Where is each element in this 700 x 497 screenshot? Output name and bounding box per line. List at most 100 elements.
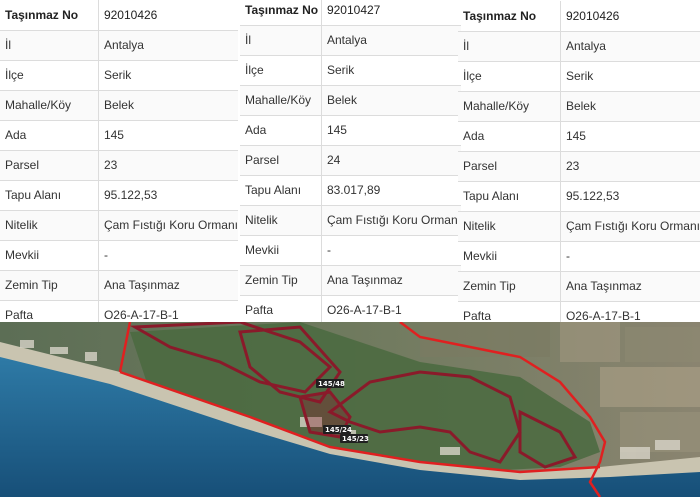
property-row: Tapu Alanı 95.122,53 bbox=[458, 181, 700, 212]
property-key: Tapu Alanı bbox=[458, 181, 561, 212]
property-value: O26-A-17-B-1 bbox=[321, 295, 461, 326]
property-key: Tapu Alanı bbox=[240, 175, 322, 206]
property-row: İlçe Serik bbox=[458, 61, 700, 92]
property-key: Mahalle/Köy bbox=[240, 85, 322, 116]
property-value: Çam Fıstığı Koru Ormanı bbox=[98, 210, 238, 241]
property-row: Parsel 23 bbox=[0, 150, 238, 181]
property-row: İlçe Serik bbox=[0, 60, 238, 91]
property-value: 92010426 bbox=[560, 1, 700, 32]
property-row: Zemin Tip Ana Taşınmaz bbox=[458, 271, 700, 302]
property-value: 95.122,53 bbox=[98, 180, 238, 211]
parcel-label-2-text: 145/24 bbox=[325, 426, 352, 434]
parcel-label-3-text: 145/23 bbox=[342, 435, 369, 443]
property-value: 83.017,89 bbox=[321, 175, 461, 206]
property-value: - bbox=[560, 241, 700, 272]
property-row: Ada 145 bbox=[458, 121, 700, 152]
property-row: Zemin Tip Ana Taşınmaz bbox=[240, 265, 461, 296]
property-key: Nitelik bbox=[458, 211, 561, 242]
property-value: Antalya bbox=[321, 25, 461, 56]
property-key: Parsel bbox=[458, 151, 561, 182]
map-canvas: 145/48 145/24 145/23 bbox=[0, 322, 700, 497]
property-key: Taşınmaz No bbox=[458, 1, 561, 32]
property-value: Ana Taşınmaz bbox=[98, 270, 238, 301]
property-info-panel: Taşınmaz No 92010426 İl Antalya İlçe Serik Mah… bbox=[0, 0, 700, 332]
property-key: Zemin Tip bbox=[240, 265, 322, 296]
property-value: 23 bbox=[560, 151, 700, 182]
property-key: İlçe bbox=[0, 60, 99, 91]
property-value: 95.122,53 bbox=[560, 181, 700, 212]
property-value: Serik bbox=[321, 55, 461, 86]
property-row: Mevkii - bbox=[458, 241, 700, 272]
property-row: Nitelik Çam Fıstığı Koru Ormanı bbox=[240, 205, 461, 236]
property-value: 145 bbox=[321, 115, 461, 146]
property-value: - bbox=[321, 235, 461, 266]
property-row: Mahalle/Köy Belek bbox=[0, 90, 238, 121]
property-key: Tapu Alanı bbox=[0, 180, 99, 211]
property-key: İl bbox=[458, 31, 561, 62]
property-key: Ada bbox=[0, 120, 99, 151]
property-key: Nitelik bbox=[0, 210, 99, 241]
property-value: Ana Taşınmaz bbox=[321, 265, 461, 296]
property-key: İl bbox=[240, 25, 322, 56]
property-value: Belek bbox=[560, 91, 700, 122]
property-row: Mahalle/Köy Belek bbox=[240, 85, 461, 116]
property-row: Parsel 24 bbox=[240, 145, 461, 176]
property-key: Parsel bbox=[240, 145, 322, 176]
property-row: İl Antalya bbox=[0, 30, 238, 61]
property-key: Mahalle/Köy bbox=[0, 90, 99, 121]
property-value: Antalya bbox=[98, 30, 238, 61]
property-row: Taşınmaz No 92010426 bbox=[0, 0, 238, 31]
property-row: İl Antalya bbox=[240, 25, 461, 56]
property-value: Antalya bbox=[560, 31, 700, 62]
parcel-label-2[interactable]: 145/24 bbox=[323, 425, 352, 434]
parcel-label-1[interactable]: 145/48 bbox=[316, 379, 345, 388]
property-value: Çam Fıstığı Koru Ormanı bbox=[560, 211, 700, 242]
property-key: Mevkii bbox=[240, 235, 322, 266]
parcel-label-3[interactable]: 145/23 bbox=[340, 434, 369, 443]
property-value: Çam Fıstığı Koru Ormanı bbox=[321, 205, 461, 236]
property-row: Mahalle/Köy Belek bbox=[458, 91, 700, 122]
property-row: İlçe Serik bbox=[240, 55, 461, 86]
property-key: Mahalle/Köy bbox=[458, 91, 561, 122]
property-key: Zemin Tip bbox=[0, 270, 99, 301]
property-value: 92010426 bbox=[98, 0, 238, 31]
property-row: Pafta O26-A-17-B-1 bbox=[240, 295, 461, 326]
property-key: Ada bbox=[458, 121, 561, 152]
property-key: Taşınmaz No bbox=[0, 0, 99, 31]
property-value: 23 bbox=[98, 150, 238, 181]
property-key: Pafta bbox=[240, 295, 322, 326]
property-row: Zemin Tip Ana Taşınmaz bbox=[0, 270, 238, 301]
parcel-label-1-text: 145/48 bbox=[318, 380, 345, 388]
property-table-3: Taşınmaz No 92010426 İl Antalya İlçe Serik Mah… bbox=[458, 1, 700, 332]
property-value: Serik bbox=[560, 61, 700, 92]
property-row: Taşınmaz No 92010426 bbox=[458, 1, 700, 32]
property-table-1: Taşınmaz No 92010426 İl Antalya İlçe Serik Mah… bbox=[0, 0, 238, 331]
property-key: İlçe bbox=[240, 55, 322, 86]
property-key: Mevkii bbox=[0, 240, 99, 271]
property-value: - bbox=[98, 240, 238, 271]
property-row: Tapu Alanı 83.017,89 bbox=[240, 175, 461, 206]
property-row: Parsel 23 bbox=[458, 151, 700, 182]
property-value: Ana Taşınmaz bbox=[560, 271, 700, 302]
property-value: Belek bbox=[98, 90, 238, 121]
property-row: Tapu Alanı 95.122,53 bbox=[0, 180, 238, 211]
property-value: 24 bbox=[321, 145, 461, 176]
property-key: İlçe bbox=[458, 61, 561, 92]
property-key: Nitelik bbox=[240, 205, 322, 236]
property-key: Zemin Tip bbox=[458, 271, 561, 302]
property-row: Mevkii - bbox=[240, 235, 461, 266]
property-row: Nitelik Çam Fıstığı Koru Ormanı bbox=[0, 210, 238, 241]
property-value: Serik bbox=[98, 60, 238, 91]
property-key: Parsel bbox=[0, 150, 99, 181]
property-key: İl bbox=[0, 30, 99, 61]
property-row: Nitelik Çam Fıstığı Koru Ormanı bbox=[458, 211, 700, 242]
property-table-2: Taşınmaz No 92010427 İl Antalya İlçe Serik Mah… bbox=[240, 0, 461, 326]
property-value: 145 bbox=[560, 121, 700, 152]
property-value: 145 bbox=[98, 120, 238, 151]
property-row: İl Antalya bbox=[458, 31, 700, 62]
property-value: Belek bbox=[321, 85, 461, 116]
property-row: Taşınmaz No 92010427 bbox=[240, 0, 461, 26]
property-row: Mevkii - bbox=[0, 240, 238, 271]
property-key: Ada bbox=[240, 115, 322, 146]
satellite-map[interactable]: 145/48 145/24 145/23 bbox=[0, 322, 700, 497]
